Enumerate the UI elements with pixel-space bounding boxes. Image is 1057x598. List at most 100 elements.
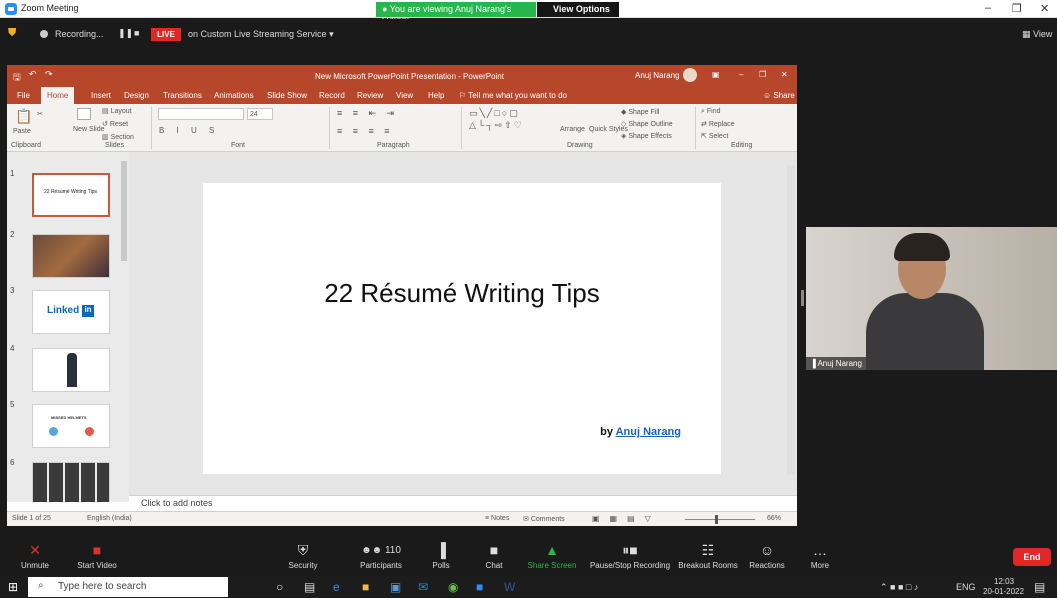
font-format-icons[interactable]: B I U S xyxy=(159,126,219,135)
slide-title[interactable]: 22 Résumé Writing Tips xyxy=(203,278,721,309)
font-size-box[interactable]: 24 xyxy=(247,108,273,120)
ppt-close-icon[interactable]: ✕ xyxy=(781,70,788,79)
taskbar-search[interactable]: ⌕ Type here to search xyxy=(28,577,228,597)
slide-byline[interactable]: by Anuj Narang xyxy=(600,426,681,438)
new-slide-label[interactable]: New Slide xyxy=(73,126,105,133)
task-view-icon[interactable]: ▤ xyxy=(304,580,315,594)
language-status[interactable]: English (India) xyxy=(87,515,132,522)
live-stream-service[interactable]: on Custom Live Streaming Service ▾ xyxy=(188,29,334,40)
polls-button[interactable]: Polls xyxy=(432,561,449,570)
slide-canvas[interactable]: 22 Résumé Writing Tips by Anuj Narang xyxy=(203,183,721,474)
pause-recording-icon[interactable]: ⏸■ xyxy=(622,542,637,559)
tab-file[interactable]: File xyxy=(17,91,30,100)
slide-thumb-1[interactable]: 22 Résumé Writing Tips xyxy=(32,173,110,217)
tab-transitions[interactable]: Transitions xyxy=(163,91,202,100)
tab-review[interactable]: Review xyxy=(357,91,383,100)
slide-thumb-4[interactable] xyxy=(32,348,110,392)
end-meeting-button[interactable]: End xyxy=(1013,548,1051,566)
share-screen-button[interactable]: Share Screen xyxy=(528,561,577,570)
find-button[interactable]: ⌕ Find xyxy=(701,108,721,116)
tab-record[interactable]: Record xyxy=(319,91,345,100)
start-video-button[interactable]: Start Video xyxy=(77,561,116,570)
bullets-icon[interactable]: ≡ ≡ ⇤ ⇥ xyxy=(337,108,398,119)
close-icon[interactable]: ✕ xyxy=(1040,2,1049,15)
tab-help[interactable]: Help xyxy=(428,91,444,100)
paste-icon[interactable]: 📋 xyxy=(15,108,32,125)
thumb-scrollbar[interactable] xyxy=(121,161,127,261)
pause-stop-recording-button[interactable]: Pause/Stop Recording xyxy=(590,561,670,570)
chat-button[interactable]: Chat xyxy=(486,561,503,570)
tray-icons[interactable]: ⌃ ■ ■ □ ♪ xyxy=(880,582,918,593)
redo-icon[interactable]: ↷ xyxy=(45,69,53,80)
shapes-gallery-row2[interactable]: △└┐⇨⇧♡ xyxy=(469,120,524,131)
author-link[interactable]: Anuj Narang xyxy=(616,426,681,438)
shape-outline-button[interactable]: ◇ Shape Outline xyxy=(621,120,673,128)
windows-start-icon[interactable]: ⊞ xyxy=(8,580,18,594)
notifications-icon[interactable]: ▤ xyxy=(1034,580,1045,594)
view-mode-icons[interactable]: ▣▦▤▽ xyxy=(592,514,661,523)
zoom-slider[interactable] xyxy=(685,519,755,520)
share-screen-icon[interactable]: ▲ xyxy=(545,542,559,558)
more-icon[interactable]: … xyxy=(813,542,827,558)
ppt-restore-icon[interactable]: ❐ xyxy=(759,70,766,79)
tab-slide-show[interactable]: Slide Show xyxy=(267,91,307,100)
undo-icon[interactable]: ↶ xyxy=(29,69,37,80)
stop-recording-small-icon[interactable]: ■ xyxy=(134,28,139,38)
slide-thumb-2[interactable] xyxy=(32,234,110,278)
reset-button[interactable]: ↺ Reset xyxy=(102,120,128,128)
mic-muted-icon[interactable]: ✕ xyxy=(29,542,41,559)
reactions-button[interactable]: Reactions xyxy=(749,561,785,570)
align-icons[interactable]: ≡ ≡ ≡ ≡ xyxy=(337,126,394,136)
notes-button[interactable]: ≡ Notes xyxy=(485,515,509,522)
view-options-button[interactable]: View Options ⌄ xyxy=(537,2,619,24)
slide-thumb-6[interactable] xyxy=(32,462,110,502)
store-icon[interactable]: ▣ xyxy=(390,580,401,594)
cortana-icon[interactable]: ○ xyxy=(276,580,283,594)
app-icon[interactable]: ◉ xyxy=(448,580,458,594)
shape-effects-button[interactable]: ◈ Shape Effects xyxy=(621,132,672,140)
reactions-icon[interactable]: ☺ xyxy=(760,542,774,558)
video-off-icon[interactable]: ■ xyxy=(93,542,101,558)
tab-view[interactable]: View xyxy=(396,91,413,100)
ppt-minimize-icon[interactable]: – xyxy=(739,70,743,79)
chat-icon[interactable]: ■ xyxy=(490,542,498,558)
layout-button[interactable]: ▤ Layout xyxy=(102,107,132,115)
input-language[interactable]: ENG xyxy=(956,582,976,592)
shape-fill-button[interactable]: ◆ Shape Fill xyxy=(621,108,659,116)
font-name-box[interactable] xyxy=(158,108,244,120)
zoom-slider-thumb[interactable] xyxy=(715,515,718,524)
comments-button[interactable]: ✉ Comments xyxy=(523,515,565,523)
more-button[interactable]: More xyxy=(811,561,829,570)
breakout-rooms-button[interactable]: Breakout Rooms xyxy=(678,561,738,570)
save-icon[interactable]: 🖫 xyxy=(13,70,21,86)
ribbon-display-icon[interactable]: ▣ xyxy=(712,70,720,79)
zoom-level[interactable]: 66% xyxy=(767,515,781,522)
security-button[interactable]: Security xyxy=(289,561,318,570)
minimize-icon[interactable]: – xyxy=(985,2,991,14)
view-button[interactable]: ▦ View xyxy=(1022,29,1052,40)
unmute-button[interactable]: Unmute xyxy=(21,561,49,570)
tell-me-box[interactable]: ⚐ Tell me what you want to do xyxy=(459,91,567,100)
paste-label[interactable]: Paste xyxy=(13,128,31,135)
replace-button[interactable]: ⇄ Replace xyxy=(701,120,735,128)
participants-button[interactable]: Participants xyxy=(360,561,402,570)
participants-icon[interactable]: ☻☻ 110 xyxy=(361,545,401,556)
select-button[interactable]: ⇱ Select xyxy=(701,132,728,140)
section-button[interactable]: ▥ Section xyxy=(102,133,134,141)
breakout-icon[interactable]: ☷ xyxy=(702,542,715,559)
file-explorer-icon[interactable]: ■ xyxy=(362,580,369,594)
new-slide-icon[interactable] xyxy=(77,108,91,120)
zoom-taskbar-icon[interactable]: ■ xyxy=(476,580,483,594)
pause-recording-small-icon[interactable]: ❚❚ xyxy=(118,28,133,39)
word-icon[interactable]: W xyxy=(504,580,515,594)
video-panel-splitter[interactable] xyxy=(801,290,804,306)
polls-icon[interactable]: ▐ xyxy=(436,542,446,558)
mail-icon[interactable]: ✉ xyxy=(418,580,428,594)
slide-scrollbar[interactable] xyxy=(787,165,795,475)
tab-insert[interactable]: Insert xyxy=(91,91,111,100)
avatar[interactable] xyxy=(683,68,697,82)
security-shield-icon[interactable]: ⛊ xyxy=(8,27,16,40)
slide-thumb-5[interactable]: MISSED HELMETS xyxy=(32,404,110,448)
edge-icon[interactable]: e xyxy=(333,580,340,594)
tab-animations[interactable]: Animations xyxy=(214,91,254,100)
